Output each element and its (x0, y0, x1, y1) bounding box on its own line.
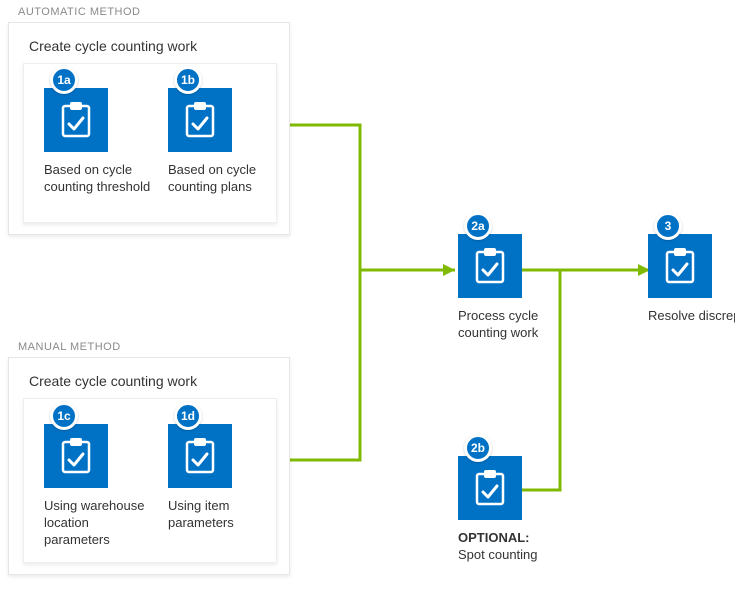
label-2b: OPTIONAL: Spot counting (458, 530, 578, 564)
clipboard-check-icon (59, 436, 93, 476)
tile-2a (458, 234, 522, 298)
label-2b-prefix: OPTIONAL: (458, 530, 530, 545)
node-3: 3 Resolve discrepancy (648, 226, 735, 325)
tile-2b (458, 456, 522, 520)
clipboard-check-icon (59, 100, 93, 140)
manual-method-label: MANUAL METHOD (18, 341, 121, 353)
label-3: Resolve discrepancy (648, 308, 735, 325)
tile-1c (44, 424, 108, 488)
badge-2a: 2a (464, 212, 492, 240)
manual-subtitle: Create cycle counting work (29, 373, 197, 389)
badge-3: 3 (654, 212, 682, 240)
label-1b: Based on cycle counting plans (168, 162, 278, 196)
tile-3 (648, 234, 712, 298)
badge-1a: 1a (50, 66, 78, 94)
node-1d: 1d Using item parameters (168, 416, 278, 532)
label-1a: Based on cycle counting threshold (44, 162, 154, 196)
clipboard-check-icon (663, 246, 697, 286)
clipboard-check-icon (473, 246, 507, 286)
label-1c: Using warehouse location parameters (44, 498, 154, 549)
badge-2b: 2b (464, 434, 492, 462)
tile-1a (44, 88, 108, 152)
node-1c: 1c Using warehouse location parameters (44, 416, 154, 549)
badge-1b: 1b (174, 66, 202, 94)
node-2a: 2a Process cycle counting work (458, 226, 578, 342)
badge-1c: 1c (50, 402, 78, 430)
badge-1d: 1d (174, 402, 202, 430)
automatic-subtitle: Create cycle counting work (29, 38, 197, 54)
automatic-method-label: AUTOMATIC METHOD (18, 6, 140, 18)
label-2b-text: Spot counting (458, 547, 538, 562)
label-1d: Using item parameters (168, 498, 278, 532)
node-1a: 1a Based on cycle counting threshold (44, 80, 154, 196)
node-2b: 2b OPTIONAL: Spot counting (458, 448, 578, 564)
clipboard-check-icon (183, 436, 217, 476)
label-2a: Process cycle counting work (458, 308, 578, 342)
clipboard-check-icon (473, 468, 507, 508)
clipboard-check-icon (183, 100, 217, 140)
tile-1d (168, 424, 232, 488)
node-1b: 1b Based on cycle counting plans (168, 80, 278, 196)
tile-1b (168, 88, 232, 152)
